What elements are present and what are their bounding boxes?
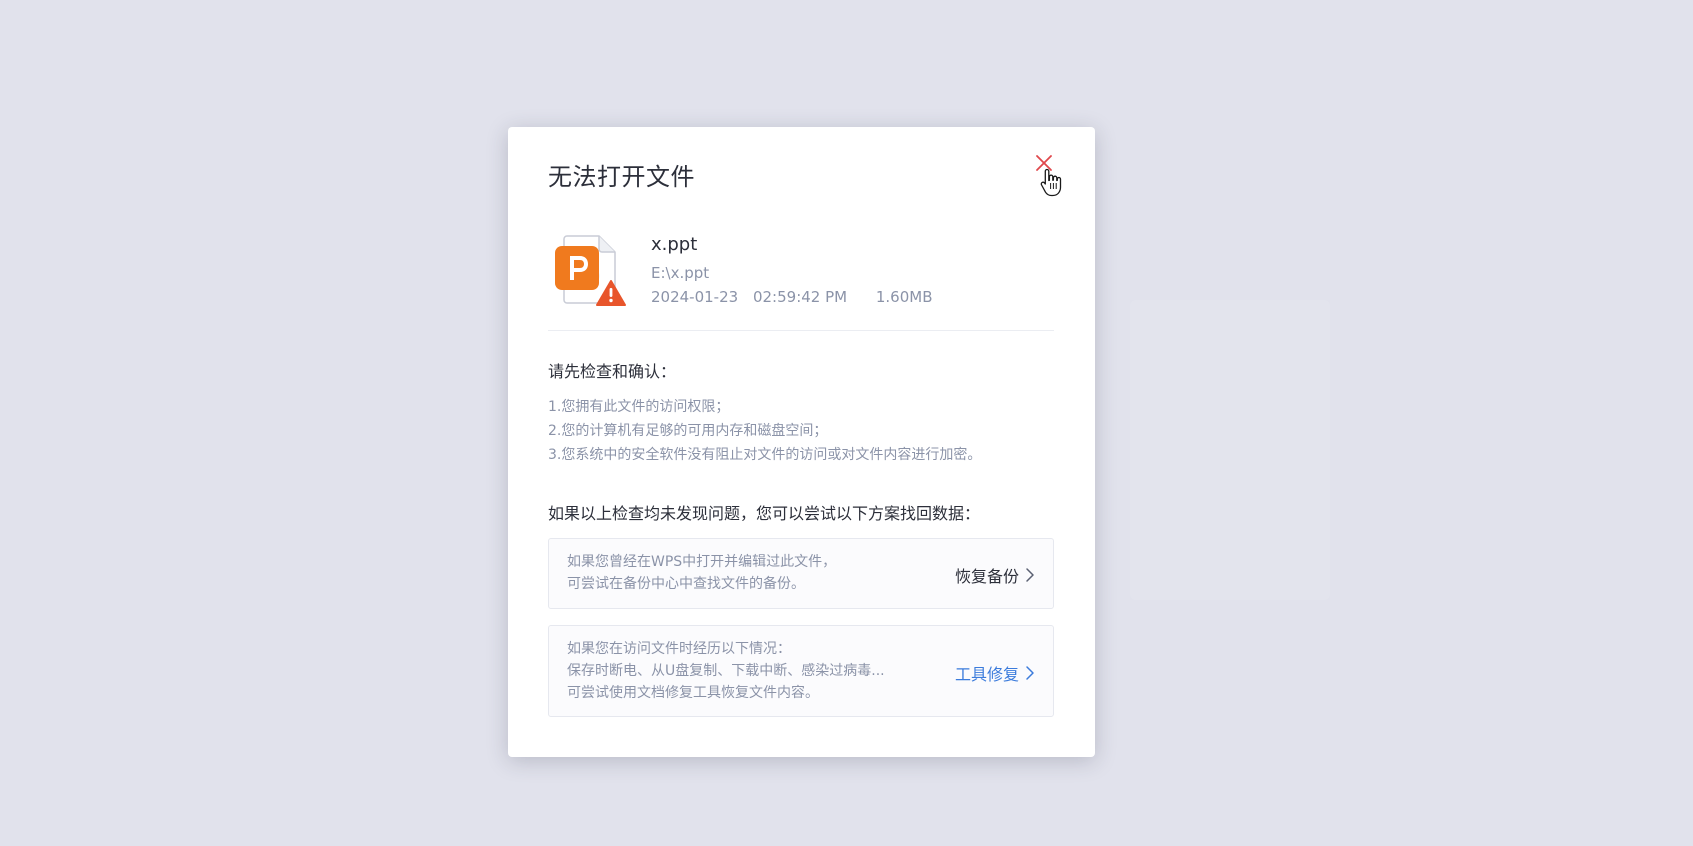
restore-backup-label: 恢复备份 (954, 567, 1019, 586)
background-window (1130, 300, 1330, 600)
card-line: 如果您曾经在WPS中打开并编辑过此文件， (567, 554, 837, 570)
hand-cursor-icon (1040, 168, 1062, 197)
chevron-right-icon (1026, 568, 1034, 582)
file-size: 1.60MB (875, 288, 933, 306)
dialog-title: 无法打开文件 (548, 163, 695, 191)
card-description: 如果您在访问文件时经历以下情况： 保存时断电、从U盘复制、下载中断、感染过病毒.… (567, 638, 885, 704)
card-description: 如果您曾经在WPS中打开并编辑过此文件， 可尝试在备份中心中查找文件的备份。 (567, 551, 836, 595)
repair-tool-button[interactable]: 工具修复 (955, 661, 1035, 685)
card-line: 保存时断电、从U盘复制、下载中断、感染过病毒... (567, 663, 885, 679)
file-path: E:\x.ppt (651, 264, 710, 282)
divider (548, 330, 1054, 331)
repair-tool-label: 工具修复 (954, 665, 1019, 684)
card-line: 可尝试使用文档修复工具恢复文件内容。 (567, 685, 819, 701)
repair-tool-card: 如果您在访问文件时经历以下情况： 保存时断电、从U盘复制、下载中断、感染过病毒.… (548, 625, 1054, 717)
recover-heading: 如果以上检查均未发现问题，您可以尝试以下方案找回数据： (548, 504, 981, 523)
file-date: 2024-01-23 (651, 288, 739, 306)
check-item: 1.您拥有此文件的访问权限； (548, 399, 730, 415)
file-time: 02:59:42 PM (752, 288, 848, 306)
file-meta: 2024-01-23 02:59:42 PM 1.60MB (651, 288, 933, 306)
check-list: 1.您拥有此文件的访问权限； 2.您的计算机有足够的可用内存和磁盘空间； 3.您… (548, 395, 981, 467)
check-item: 2.您的计算机有足够的可用内存和磁盘空间； (548, 423, 828, 439)
ppt-file-warning-icon (555, 235, 626, 306)
chevron-right-icon (1026, 666, 1034, 680)
cannot-open-file-dialog: 无法打开文件 x.ppt E:\x.ppt 2024-01-23 02:59:4… (508, 127, 1095, 757)
restore-backup-card: 如果您曾经在WPS中打开并编辑过此文件， 可尝试在备份中心中查找文件的备份。 恢… (548, 538, 1054, 609)
check-item: 3.您系统中的安全软件没有阻止对文件的访问或对文件内容进行加密。 (548, 447, 982, 463)
card-line: 可尝试在备份中心中查找文件的备份。 (567, 576, 805, 592)
card-line: 如果您在访问文件时经历以下情况： (567, 641, 791, 657)
file-name: x.ppt (651, 234, 698, 255)
restore-backup-button[interactable]: 恢复备份 (955, 563, 1035, 587)
check-heading: 请先检查和确认： (548, 362, 677, 381)
